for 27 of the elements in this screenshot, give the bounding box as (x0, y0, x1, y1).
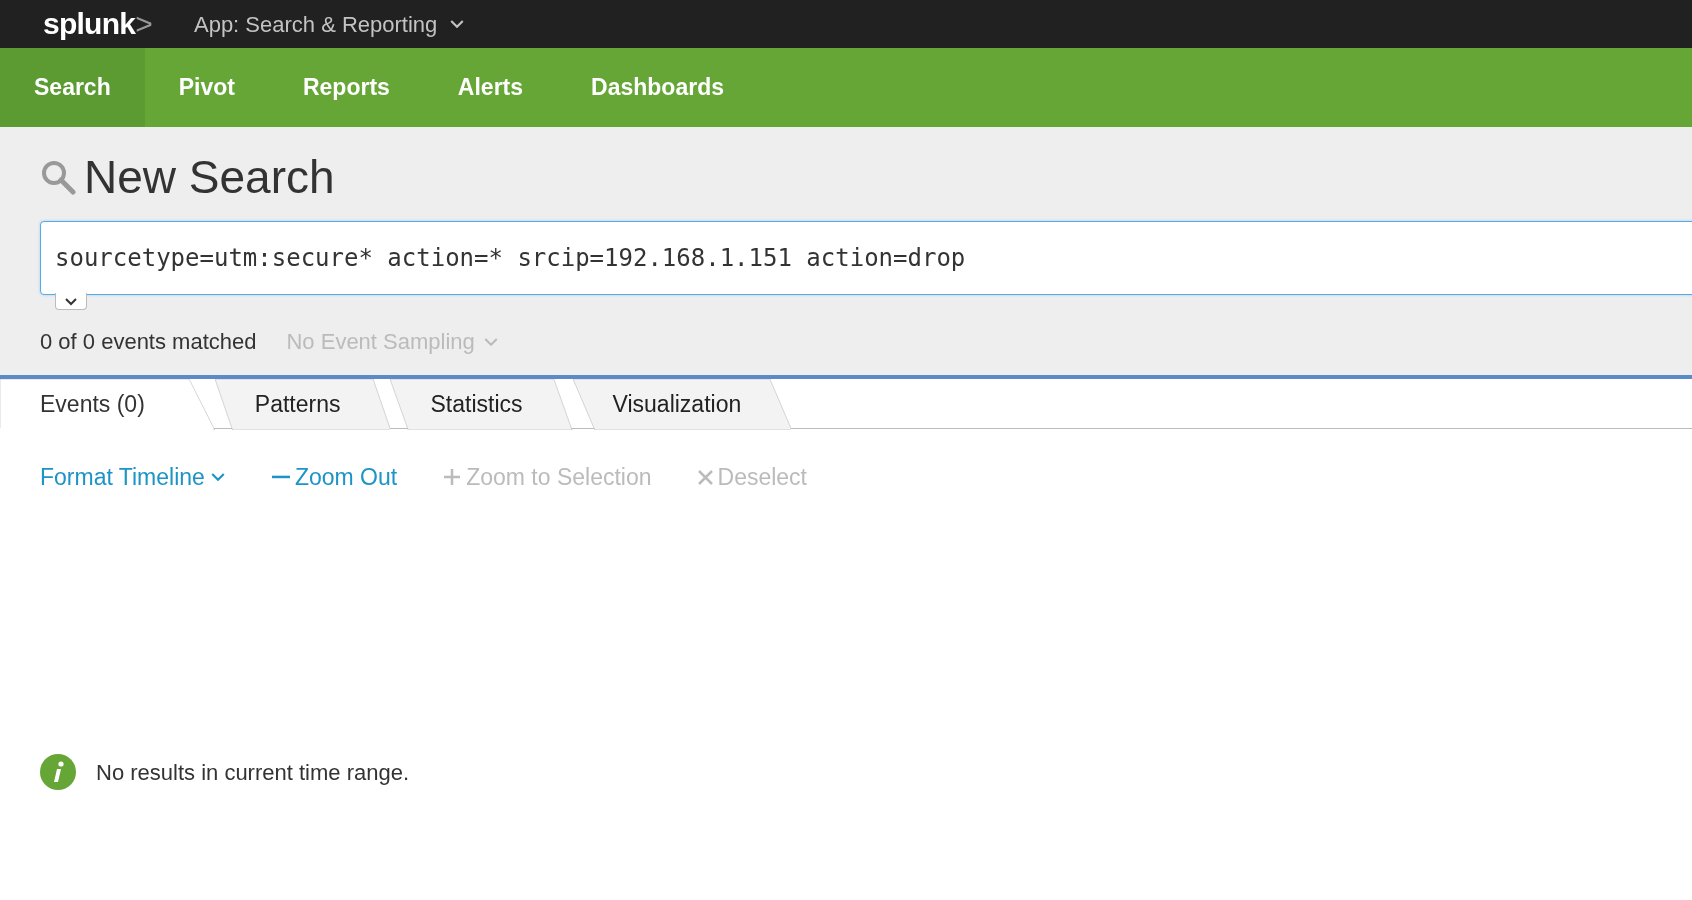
logo[interactable]: splunk> (43, 9, 152, 39)
page-title: New Search (84, 150, 335, 205)
events-count: 0 of 0 events matched (40, 328, 257, 356)
plus-icon (443, 468, 462, 486)
timeline-link[interactable]: Zoom Out (271, 459, 398, 495)
minus-icon (271, 475, 290, 479)
expand-toggle[interactable] (55, 293, 87, 310)
nav-item[interactable]: Pivot (144, 48, 269, 127)
app-menu[interactable]: App: Search & Reporting (193, 7, 466, 41)
close-icon (697, 469, 713, 485)
nav-item[interactable]: Dashboards (557, 48, 758, 127)
info-icon (40, 754, 76, 790)
tab[interactable]: Patterns (214, 379, 391, 430)
tab[interactable]: Events (0) (0, 379, 215, 430)
nav-item[interactable]: Reports (268, 48, 424, 127)
caret-icon (482, 336, 499, 347)
caret-icon (449, 19, 466, 29)
nav-item[interactable]: Search (0, 48, 145, 127)
nav-item[interactable]: Alerts (423, 48, 558, 127)
search-icon (40, 159, 76, 195)
format-menu[interactable]: Format Timeline (40, 459, 226, 495)
tab[interactable]: Visualization (572, 379, 792, 430)
caret-icon (209, 472, 226, 482)
tab[interactable]: Statistics (390, 379, 573, 430)
info-message: No results in current time range. (96, 758, 410, 787)
caret-icon (64, 296, 78, 306)
search-input[interactable]: sourcetype=utm:secure* action=* srcip=192.168.1.151 action=drop (40, 221, 1692, 295)
